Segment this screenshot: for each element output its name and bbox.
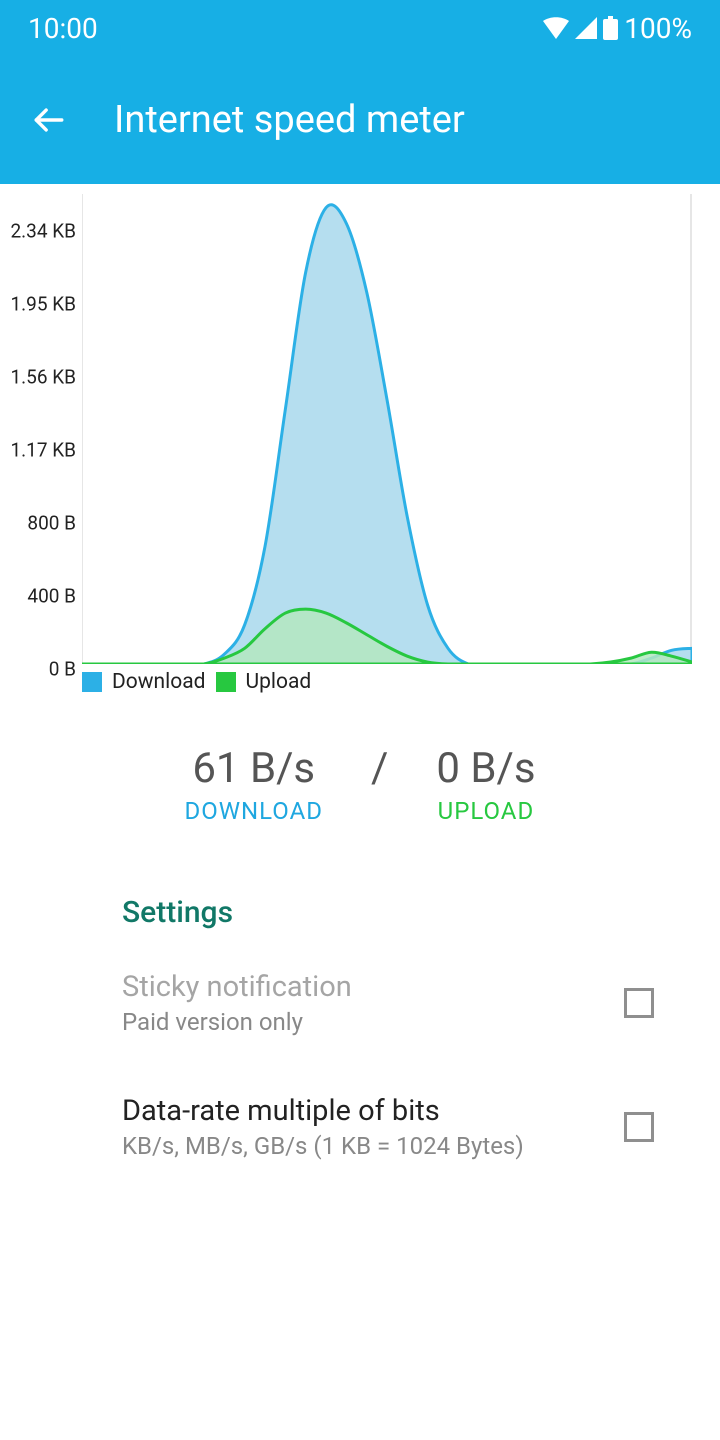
y-tick: 2.34 KB xyxy=(10,220,76,243)
battery-percent: 100% xyxy=(624,12,692,45)
status-time: 10:00 xyxy=(28,12,98,45)
app-bar: Internet speed meter xyxy=(0,56,720,184)
y-tick: 800 B xyxy=(27,512,76,535)
cell-signal-icon xyxy=(575,17,597,39)
setting-subtitle: Paid version only xyxy=(122,1008,352,1036)
legend-download-label: Download xyxy=(112,670,206,694)
download-readout: 61 B/s DOWNLOAD xyxy=(184,744,323,825)
setting-title: Sticky notification xyxy=(122,970,352,1004)
status-right: 100% xyxy=(543,12,692,45)
page-title: Internet speed meter xyxy=(114,98,465,142)
download-value: 61 B/s xyxy=(184,744,323,793)
settings-header: Settings xyxy=(122,895,720,930)
setting-sticky-notification[interactable]: Sticky notification Paid version only xyxy=(122,970,720,1036)
y-tick: 0 B xyxy=(49,658,76,681)
y-tick: 1.17 KB xyxy=(10,439,76,462)
legend-upload-swatch xyxy=(216,672,236,692)
status-bar: 10:00 100% xyxy=(0,0,720,56)
upload-value: 0 B/s xyxy=(436,744,535,793)
chart-legend: Download Upload xyxy=(82,670,311,694)
y-tick: 400 B xyxy=(27,585,76,608)
setting-subtitle: KB/s, MB/s, GB/s (1 KB = 1024 Bytes) xyxy=(122,1132,524,1160)
upload-label: UPLOAD xyxy=(436,797,535,825)
speed-chart: 2.34 KB 1.95 KB 1.56 KB 1.17 KB 800 B 40… xyxy=(0,184,720,704)
download-label: DOWNLOAD xyxy=(184,797,323,825)
y-tick: 1.56 KB xyxy=(10,366,76,389)
chart-plot-area xyxy=(82,194,692,664)
checkbox-data-rate-bits[interactable] xyxy=(624,1112,654,1142)
y-tick: 1.95 KB xyxy=(10,293,76,316)
setting-title: Data-rate multiple of bits xyxy=(122,1094,524,1128)
checkbox-sticky-notification[interactable] xyxy=(624,988,654,1018)
wifi-icon xyxy=(543,17,569,39)
back-button[interactable] xyxy=(32,103,66,137)
legend-download-swatch xyxy=(82,672,102,692)
upload-readout: 0 B/s UPLOAD xyxy=(436,744,535,825)
readout-separator: / xyxy=(371,744,388,793)
chart-y-axis: 2.34 KB 1.95 KB 1.56 KB 1.17 KB 800 B 40… xyxy=(0,184,82,674)
setting-data-rate-bits[interactable]: Data-rate multiple of bits KB/s, MB/s, G… xyxy=(122,1094,720,1160)
settings-section: Settings Sticky notification Paid versio… xyxy=(0,895,720,1160)
legend-upload-label: Upload xyxy=(246,670,312,694)
speed-readout: 61 B/s DOWNLOAD / 0 B/s UPLOAD xyxy=(0,744,720,825)
battery-icon xyxy=(603,16,618,40)
